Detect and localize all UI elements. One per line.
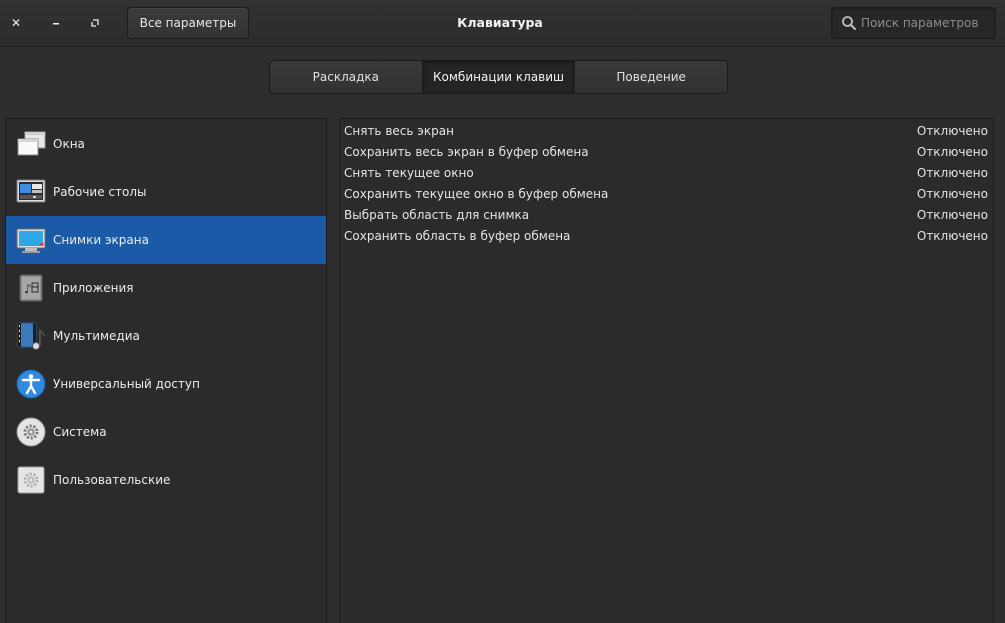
sidebar-item-label: Пользовательские xyxy=(53,473,171,487)
sidebar-item-workspaces[interactable]: Рабочие столы xyxy=(6,168,326,216)
search-input[interactable] xyxy=(861,16,991,30)
shortcut-accel[interactable]: Отключено xyxy=(917,166,988,180)
workspaces-icon xyxy=(16,179,46,203)
sidebar-item-label: Окна xyxy=(53,137,85,151)
sidebar-item-accessibility[interactable]: Универсальный доступ xyxy=(6,360,326,408)
shortcut-action: Снять текущее окно xyxy=(344,165,474,180)
system-gear-icon xyxy=(16,417,46,447)
shortcut-action: Сохранить область в буфер обмена xyxy=(344,228,571,243)
shortcut-accel[interactable]: Отключено xyxy=(917,208,988,222)
sidebar-item-multimedia[interactable]: Мультимедиа xyxy=(6,312,326,360)
shortcut-row[interactable]: Снять весь экран Отключено xyxy=(340,120,993,141)
shortcut-accel[interactable]: Отключено xyxy=(917,229,988,243)
sidebar-item-windows[interactable]: Окна xyxy=(6,120,326,168)
shortcut-category-sidebar: Окна Рабочие столы Снимки экрана ♪ Прило… xyxy=(5,118,327,623)
sidebar-item-label: Система xyxy=(53,425,107,439)
tab-shortcuts[interactable]: Комбинации клавиш xyxy=(422,61,576,93)
accessibility-icon xyxy=(16,369,46,399)
sidebar-item-label: Рабочие столы xyxy=(53,185,147,199)
shortcut-row[interactable]: Сохранить весь экран в буфер обмена Откл… xyxy=(340,141,993,162)
window-title: Клавиатура xyxy=(457,15,543,30)
shortcut-row[interactable]: Сохранить область в буфер обмена Отключе… xyxy=(340,225,993,246)
sidebar-item-custom[interactable]: Пользовательские xyxy=(6,456,326,504)
sidebar-item-label: Мультимедиа xyxy=(53,329,140,343)
windows-icon xyxy=(17,131,46,156)
tab-behavior[interactable]: Поведение xyxy=(575,61,727,93)
shortcut-row[interactable]: Снять текущее окно Отключено xyxy=(340,162,993,183)
search-field[interactable] xyxy=(831,7,996,39)
custom-gear-icon xyxy=(17,466,45,494)
shortcut-action: Снять весь экран xyxy=(344,123,454,138)
sidebar-item-label: Снимки экрана xyxy=(53,233,149,247)
minimize-icon[interactable] xyxy=(47,14,65,32)
shortcut-row[interactable]: Сохранить текущее окно в буфер обмена От… xyxy=(340,183,993,204)
svg-text:♪: ♪ xyxy=(24,282,32,296)
sidebar-item-screenshots[interactable]: Снимки экрана xyxy=(6,216,326,264)
shortcut-accel[interactable]: Отключено xyxy=(917,124,988,138)
shortcut-accel[interactable]: Отключено xyxy=(917,145,988,159)
shortcut-action: Сохранить весь экран в буфер обмена xyxy=(344,144,589,159)
shortcut-accel[interactable]: Отключено xyxy=(917,187,988,201)
shortcut-action: Выбрать область для снимка xyxy=(344,207,530,222)
header-bar: ✕ Все параметры Клавиатура xyxy=(0,0,1005,47)
close-icon[interactable]: ✕ xyxy=(7,14,25,32)
sidebar-item-applications[interactable]: ♪ Приложения xyxy=(6,264,326,312)
shortcut-action: Сохранить текущее окно в буфер обмена xyxy=(344,186,609,201)
sidebar-item-system[interactable]: Система xyxy=(6,408,326,456)
maximize-icon[interactable] xyxy=(86,14,104,32)
shortcut-list: Снять весь экран Отключено Сохранить вес… xyxy=(339,118,994,623)
screenshot-icon xyxy=(16,228,46,253)
keyboard-tabs: Раскладка Комбинации клавиш Поведение xyxy=(269,60,728,94)
shortcut-row[interactable]: Выбрать область для снимка Отключено xyxy=(340,204,993,225)
all-settings-button[interactable]: Все параметры xyxy=(127,7,249,39)
sidebar-item-label: Приложения xyxy=(53,281,134,295)
multimedia-icon xyxy=(17,322,45,350)
keyboard-settings-window: ✕ Все параметры Клавиатура Раскладка Ком… xyxy=(0,0,1005,623)
search-icon xyxy=(842,16,856,30)
sidebar-item-label: Универсальный доступ xyxy=(53,377,200,391)
applications-icon: ♪ xyxy=(19,274,43,302)
tab-layout[interactable]: Раскладка xyxy=(270,61,423,93)
